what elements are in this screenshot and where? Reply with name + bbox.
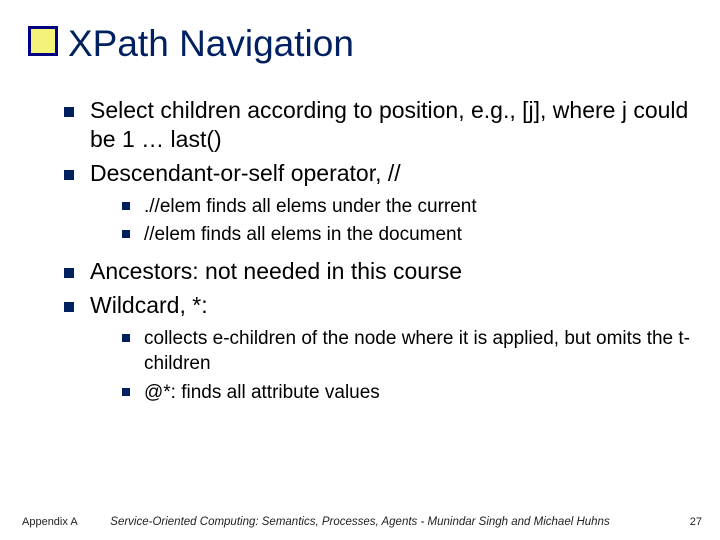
title-row: XPath Navigation <box>28 14 700 74</box>
bullet-item: Descendant-or-self operator, // .//elem … <box>62 159 694 248</box>
sub-bullet-item: //elem finds all elems in the document <box>120 222 694 247</box>
slide-title: XPath Navigation <box>68 23 354 65</box>
bullet-item: Wildcard, *: collects e-children of the … <box>62 291 694 405</box>
footer: Appendix A Service-Oriented Computing: S… <box>0 516 720 528</box>
bullet-text: Descendant-or-self operator, // <box>90 160 401 186</box>
bullet-list: Select children according to position, e… <box>62 96 694 405</box>
sub-bullet-item: collects e-children of the node where it… <box>120 326 694 376</box>
title-bullet-box <box>28 26 58 56</box>
sub-bullet-list: .//elem finds all elems under the curren… <box>90 194 694 247</box>
bullet-item: Ancestors: not needed in this course <box>62 257 694 286</box>
footer-center: Service-Oriented Computing: Semantics, P… <box>0 516 720 528</box>
content-area: Select children according to position, e… <box>62 96 694 415</box>
bullet-text: Wildcard, *: <box>90 292 208 318</box>
sub-bullet-item: .//elem finds all elems under the curren… <box>120 194 694 219</box>
sub-bullet-list: collects e-children of the node where it… <box>90 326 694 404</box>
bullet-item: Select children according to position, e… <box>62 96 694 155</box>
slide: XPath Navigation Select children accordi… <box>0 0 720 540</box>
page-number: 27 <box>690 516 702 528</box>
sub-bullet-item: @*: finds all attribute values <box>120 380 694 405</box>
footer-left: Appendix A <box>22 516 78 528</box>
